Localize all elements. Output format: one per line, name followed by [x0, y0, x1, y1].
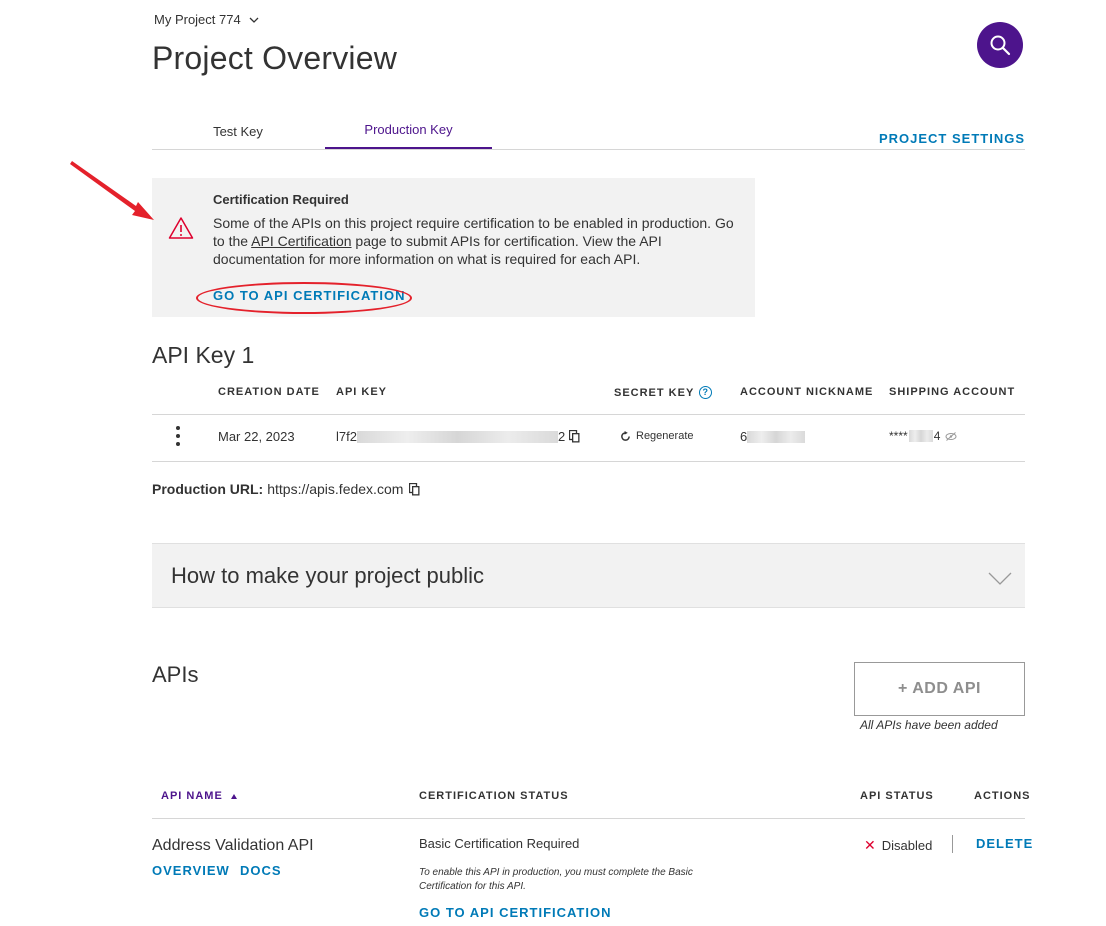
creation-date-value: Mar 22, 2023: [218, 429, 295, 444]
apis-title: APIs: [152, 662, 199, 687]
certification-status: Basic Certification Required: [419, 836, 580, 851]
eye-off-icon[interactable]: [945, 431, 957, 441]
help-icon[interactable]: ?: [699, 386, 713, 399]
api-key-value: l7f2 2: [336, 429, 580, 444]
redacted-nickname: [747, 430, 806, 443]
regenerate-label: Regenerate: [636, 430, 694, 442]
go-to-api-certification-link[interactable]: GO TO API CERTIFICATION: [419, 905, 611, 920]
overview-link[interactable]: OVERVIEW: [152, 863, 230, 878]
col-api-status: API STATUS: [860, 790, 934, 802]
table-divider: [152, 818, 1025, 819]
go-to-api-certification-button[interactable]: GO TO API CERTIFICATION: [213, 288, 405, 303]
table-divider: [152, 414, 1025, 415]
col-shipping-account: SHIPPING ACCOUNT: [889, 386, 1016, 398]
project-settings-link[interactable]: PROJECT SETTINGS: [879, 131, 1025, 146]
table-divider: [152, 461, 1025, 462]
disabled-x-icon: ✕: [864, 837, 876, 853]
docs-link[interactable]: DOCS: [240, 863, 282, 878]
api-key-title: API Key 1: [152, 342, 255, 368]
col-secret-key-label: SECRET KEY: [614, 386, 695, 399]
redacted-api-key: [356, 430, 558, 443]
sort-ascending-icon: [230, 793, 237, 799]
nickname-prefix: 6: [740, 429, 748, 444]
more-options-icon[interactable]: [170, 424, 186, 448]
production-url-label: Production URL:: [152, 481, 264, 497]
col-creation-date: CREATION DATE: [218, 386, 320, 398]
tab-production-key[interactable]: Production Key: [325, 112, 492, 150]
add-api-note: All APIs have been added: [860, 718, 998, 732]
tabs-divider: [152, 149, 1025, 150]
api-name: Address Validation API: [152, 837, 314, 854]
search-icon: [990, 35, 1011, 56]
col-actions: ACTIONS: [974, 790, 1031, 802]
warning-icon: [168, 217, 194, 239]
api-key-suffix: 2: [557, 429, 566, 444]
chevron-down-icon: [249, 17, 259, 23]
chevron-down-icon[interactable]: [988, 572, 1012, 586]
actions-divider: [952, 835, 953, 853]
accordion-title: How to make your project public: [171, 563, 485, 588]
production-url-value: https://apis.fedex.com: [267, 481, 404, 497]
redacted-shipping: [908, 430, 933, 442]
annotation-arrow: [70, 161, 154, 220]
shipping-prefix: ****: [889, 429, 908, 443]
col-api-name-sort[interactable]: API NAME: [161, 790, 237, 802]
col-secret-key: SECRET KEY ?: [614, 386, 713, 399]
refresh-icon: [621, 430, 630, 441]
banner-text: Some of the APIs on this project require…: [213, 214, 743, 268]
api-key-prefix: l7f2: [336, 429, 357, 444]
add-api-button[interactable]: + ADD API: [854, 662, 1025, 716]
certification-note: To enable this API in production, you mu…: [419, 867, 693, 892]
col-api-name-label: API NAME: [161, 790, 223, 802]
copy-icon[interactable]: [409, 482, 420, 496]
col-api-key: API KEY: [336, 386, 388, 398]
page-title: Project Overview: [152, 40, 398, 76]
tab-test-key[interactable]: Test Key: [152, 112, 324, 150]
col-certification-status: CERTIFICATION STATUS: [419, 790, 569, 802]
banner-title: Certification Required: [213, 192, 349, 207]
copy-icon[interactable]: [569, 430, 580, 443]
account-nickname-value: 6: [740, 429, 806, 444]
col-account-nickname: ACCOUNT NICKNAME: [740, 386, 874, 398]
api-certification-link[interactable]: API Certification: [251, 233, 351, 249]
shipping-account-value: **** 4: [889, 429, 957, 443]
search-button[interactable]: [977, 22, 1023, 68]
delete-button[interactable]: DELETE: [976, 836, 1033, 851]
shipping-suffix: 4: [933, 429, 941, 443]
regenerate-button[interactable]: Regenerate: [620, 430, 694, 442]
production-url: Production URL: https://apis.fedex.com: [152, 481, 420, 497]
project-selector[interactable]: My Project 774: [154, 12, 259, 27]
project-name: My Project 774: [154, 12, 241, 27]
api-status-label: Disabled: [881, 838, 933, 853]
api-status: ✕ Disabled: [864, 837, 932, 854]
